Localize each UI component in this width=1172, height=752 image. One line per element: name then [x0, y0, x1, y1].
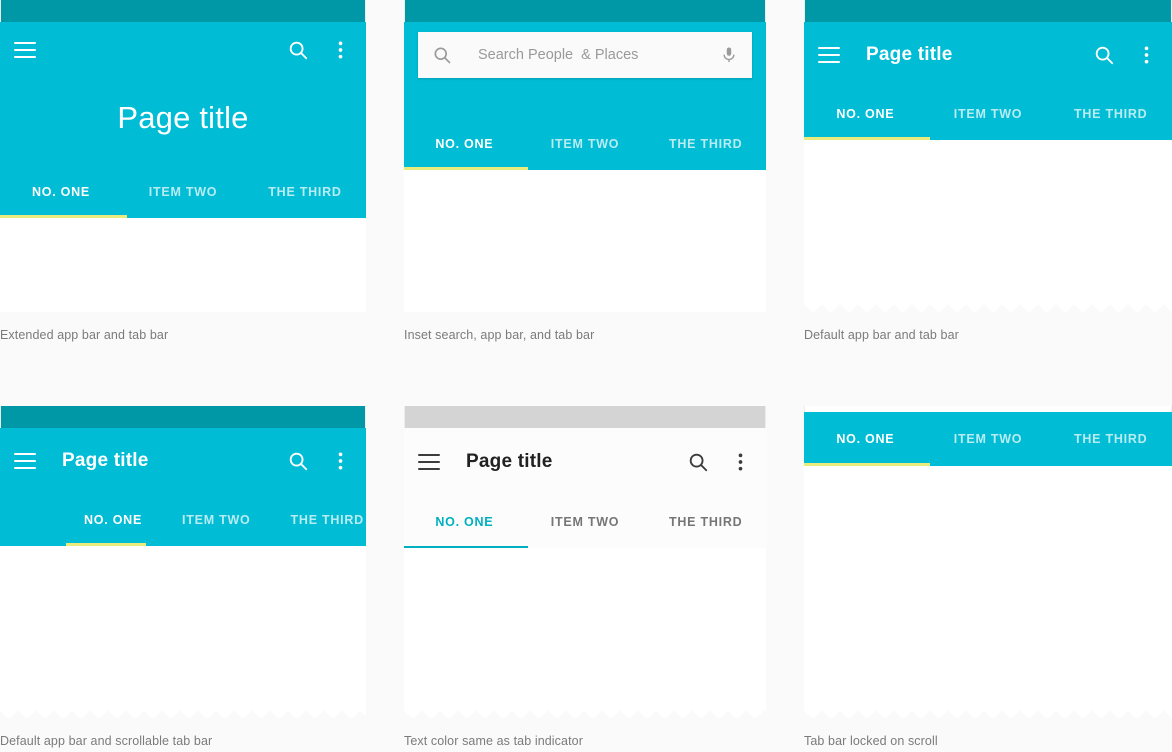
search-icon[interactable]: [1092, 43, 1116, 67]
search-field[interactable]: Search People & Places: [418, 32, 752, 78]
example-card-default-app-bar: Page title NO. ONE ITEM TWO THE THIRD De…: [804, 0, 1172, 342]
tab-the-third[interactable]: THE THIRD: [1049, 412, 1172, 466]
tab-no-one[interactable]: NO. ONE: [404, 496, 525, 548]
torn-edge: [404, 706, 766, 718]
search-input-placeholder[interactable]: Search People & Places: [478, 47, 720, 63]
app-bar-row: Page title: [0, 428, 366, 494]
page-title: Page title: [466, 451, 553, 472]
tab-no-one[interactable]: NO. ONE: [804, 412, 927, 466]
examples-grid: Page title NO. ONE ITEM TWO THE THIRD Ex…: [0, 0, 1172, 752]
hamburger-icon[interactable]: [418, 454, 440, 470]
app-bar-row: Page title: [804, 22, 1172, 88]
app-bar: Page title: [0, 428, 366, 494]
example-card-inset-search: Search People & Places NO. ONE ITEM TWO …: [404, 0, 766, 342]
search-icon[interactable]: [686, 450, 710, 474]
tab-no-one[interactable]: NO. ONE: [64, 494, 162, 546]
status-bar: [404, 0, 766, 22]
tab-bar: NO. ONE ITEM TWO THE THIRD: [0, 166, 366, 218]
page-title: Page title: [866, 44, 953, 65]
app-bar: Page title: [804, 22, 1172, 88]
example-card-tab-bar-locked: NO. ONE ITEM TWO THE THIRD Tab bar locke…: [804, 406, 1172, 748]
tab-list: NO. ONE ITEM TWO THE THIRD: [404, 496, 766, 548]
tab-no-one[interactable]: NO. ONE: [804, 88, 927, 140]
page-content: [0, 218, 366, 312]
page-content: [0, 546, 366, 718]
device-frame: NO. ONE ITEM TWO THE THIRD: [804, 406, 1172, 718]
examples-page: Page title NO. ONE ITEM TWO THE THIRD Ex…: [0, 0, 1172, 752]
status-bar: [0, 406, 366, 428]
tab-list: NO. ONE ITEM TWO THE THIRD: [804, 88, 1172, 140]
more-vert-icon[interactable]: [328, 38, 352, 62]
tab-bar: NO. ONE ITEM TWO THE THIRD: [804, 88, 1172, 140]
more-vert-icon[interactable]: [1134, 43, 1158, 67]
example-card-extended-app-bar: Page title NO. ONE ITEM TWO THE THIRD Ex…: [0, 0, 366, 342]
tab-the-third[interactable]: THE THIRD: [1049, 88, 1172, 140]
hamburger-icon[interactable]: [14, 453, 36, 469]
search-icon[interactable]: [286, 38, 310, 62]
example-card-light-app-bar: Page title NO. ONE ITEM TWO THE THIRD Te…: [404, 406, 766, 748]
device-frame: Page title NO. ONE ITEM TWO THE THIRD: [404, 406, 766, 718]
tab-list: NO. ONE ITEM TWO THE THIRD: [804, 412, 1172, 466]
more-vert-icon[interactable]: [728, 450, 752, 474]
card-caption: Text color same as tab indicator: [404, 734, 583, 748]
page-content: [804, 140, 1172, 312]
tab-item-two[interactable]: ITEM TWO: [162, 494, 271, 546]
card-caption: Tab bar locked on scroll: [804, 734, 938, 748]
more-vert-icon[interactable]: [328, 449, 352, 473]
status-bar: [404, 406, 766, 428]
torn-edge: [0, 706, 366, 718]
search-icon: [432, 45, 452, 65]
card-caption: Extended app bar and tab bar: [0, 328, 169, 342]
app-bar: Page title: [0, 22, 366, 166]
device-frame: Page title NO. ONE ITEM TWO THE THIRD: [804, 0, 1172, 312]
card-caption: Default app bar and scrollable tab bar: [0, 734, 213, 748]
tab-bar: NO. ONE ITEM TWO THE THIRD: [804, 412, 1172, 466]
microphone-icon[interactable]: [720, 45, 738, 65]
device-frame: Search People & Places NO. ONE ITEM TWO …: [404, 0, 766, 312]
app-bar-actions: [686, 450, 752, 474]
app-bar-actions: [286, 38, 352, 62]
card-caption: Default app bar and tab bar: [804, 328, 959, 342]
app-bar: Search People & Places: [404, 22, 766, 118]
tab-item-two[interactable]: ITEM TWO: [927, 412, 1050, 466]
tab-no-one[interactable]: NO. ONE: [404, 118, 525, 170]
page-title: Page title: [117, 100, 249, 135]
tab-list: NO. ONE ITEM TWO THE THIRD: [404, 118, 766, 170]
page-content: [404, 548, 766, 718]
tab-the-third[interactable]: THE THIRD: [271, 494, 366, 546]
app-bar-row: [0, 22, 366, 78]
status-bar: [804, 0, 1172, 22]
hamburger-icon[interactable]: [14, 42, 36, 58]
app-bar-actions: [1092, 43, 1158, 67]
device-frame: Page title NO. ONE ITEM TWO THE THIRD: [0, 406, 366, 718]
tab-item-two[interactable]: ITEM TWO: [525, 496, 646, 548]
tab-no-one[interactable]: NO. ONE: [0, 166, 122, 218]
tab-the-third[interactable]: THE THIRD: [645, 118, 766, 170]
search-icon[interactable]: [286, 449, 310, 473]
card-caption: Inset search, app bar, and tab bar: [404, 328, 595, 342]
tab-bar: NO. ONE ITEM TWO THE THIRD: [0, 494, 366, 546]
app-bar-actions: [286, 449, 352, 473]
status-bar: [0, 0, 366, 22]
tab-bar: NO. ONE ITEM TWO THE THIRD: [404, 496, 766, 548]
example-card-scrollable-tab-bar: Page title NO. ONE ITEM TWO THE THIRD De…: [0, 406, 366, 748]
tab-bar: NO. ONE ITEM TWO THE THIRD: [404, 118, 766, 170]
tab-item-two[interactable]: ITEM TWO: [927, 88, 1050, 140]
tab-list[interactable]: NO. ONE ITEM TWO THE THIRD: [0, 494, 366, 546]
tab-the-third[interactable]: THE THIRD: [645, 496, 766, 548]
device-frame: Page title NO. ONE ITEM TWO THE THIRD: [0, 0, 366, 312]
torn-edge: [804, 706, 1172, 718]
tab-list: NO. ONE ITEM TWO THE THIRD: [0, 166, 366, 218]
app-bar-row: Page title: [404, 428, 766, 496]
page-content: [404, 170, 766, 312]
page-title: Page title: [62, 450, 149, 471]
hamburger-icon[interactable]: [818, 47, 840, 63]
app-bar: Page title: [404, 428, 766, 496]
torn-edge: [804, 300, 1172, 312]
tab-the-third[interactable]: THE THIRD: [244, 166, 366, 218]
page-content: [804, 466, 1172, 718]
tab-item-two[interactable]: ITEM TWO: [525, 118, 646, 170]
tab-item-two[interactable]: ITEM TWO: [122, 166, 244, 218]
